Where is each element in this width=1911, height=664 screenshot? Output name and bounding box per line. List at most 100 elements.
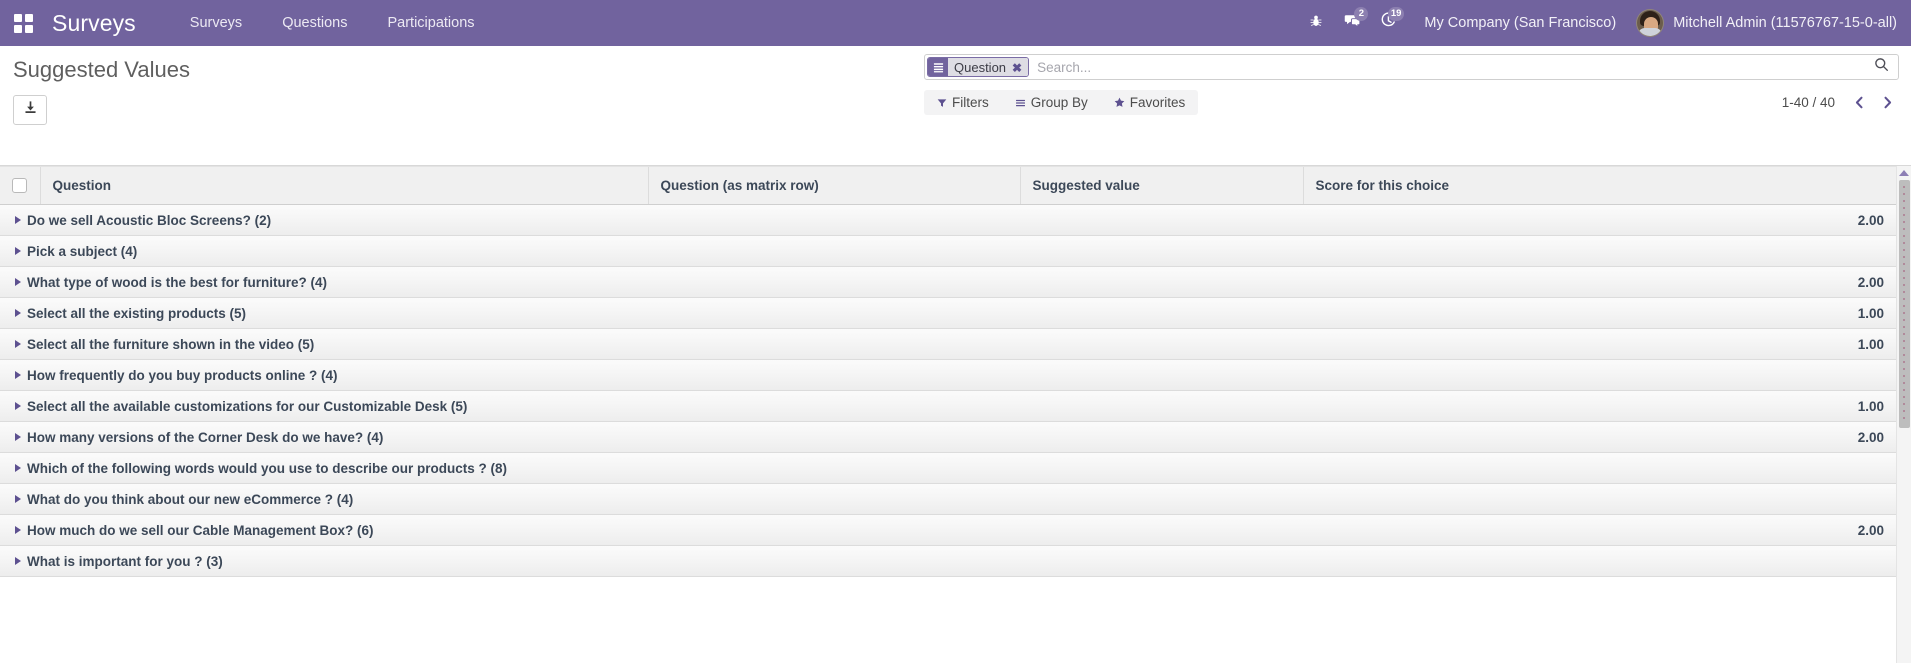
vertical-scrollbar[interactable] xyxy=(1896,166,1911,663)
table-row[interactable]: How much do we sell our Cable Management… xyxy=(0,514,1896,546)
scrollbar-thumb[interactable] xyxy=(1899,180,1910,428)
search-facet-question[interactable]: Question ✖ xyxy=(927,57,1030,77)
group-label: How much do we sell our Cable Management… xyxy=(27,522,374,538)
table-row[interactable]: What type of wood is the best for furnit… xyxy=(0,266,1896,298)
table-row[interactable]: What is important for you ? (3) xyxy=(0,545,1896,577)
group-header-cell[interactable]: What is important for you ? (3) xyxy=(0,546,1303,577)
menu-item-questions[interactable]: Questions xyxy=(262,9,367,37)
user-menu-label: Mitchell Admin (11576767-15-0-all) xyxy=(1673,15,1897,31)
chevron-left-icon xyxy=(1855,96,1863,109)
scroll-up-arrow-icon[interactable] xyxy=(1899,170,1909,176)
chevron-right-icon[interactable] xyxy=(15,216,21,224)
chevron-right-icon[interactable] xyxy=(15,278,21,286)
chevron-right-icon[interactable] xyxy=(15,433,21,441)
group-label: Select all the furniture shown in the vi… xyxy=(27,336,315,352)
chevron-right-icon[interactable] xyxy=(15,557,21,565)
group-header-cell[interactable]: Do we sell Acoustic Bloc Screens? (2) xyxy=(0,205,1303,236)
chevron-right-icon[interactable] xyxy=(15,309,21,317)
table-row[interactable]: Select all the available customizations … xyxy=(0,390,1896,422)
group-label: How frequently do you buy products onlin… xyxy=(27,367,338,383)
list-view-container: Question Question (as matrix row) Sugges… xyxy=(0,166,1911,663)
messaging-counter-badge: 2 xyxy=(1354,7,1369,21)
group-label: How many versions of the Corner Desk do … xyxy=(27,429,384,445)
group-by-lines-icon xyxy=(1015,98,1026,108)
column-header-matrix-row[interactable]: Question (as matrix row) xyxy=(647,166,1020,205)
apps-menu-toggle[interactable] xyxy=(0,0,46,46)
group-header-cell[interactable]: What type of wood is the best for furnit… xyxy=(0,267,1303,298)
avatar xyxy=(1636,9,1665,37)
chevron-right-icon[interactable] xyxy=(15,495,21,503)
group-score: 2.00 xyxy=(1857,212,1884,228)
table-row[interactable]: Select all the existing products (5) 1.0… xyxy=(0,297,1896,329)
chevron-right-icon[interactable] xyxy=(15,526,21,534)
chevron-right-icon[interactable] xyxy=(15,340,21,348)
filters-label: Filters xyxy=(952,95,989,110)
group-by-icon xyxy=(928,58,948,76)
group-header-cell[interactable]: How frequently do you buy products onlin… xyxy=(0,360,1303,391)
search-options-group: Filters Group By Favorites xyxy=(924,90,1199,115)
favorites-dropdown[interactable]: Favorites xyxy=(1101,90,1199,115)
filters-dropdown[interactable]: Filters xyxy=(924,90,1002,115)
chevron-right-icon[interactable] xyxy=(15,371,21,379)
search-icon xyxy=(1874,57,1889,77)
column-header-suggested-value[interactable]: Suggested value xyxy=(1019,166,1303,205)
chevron-right-icon[interactable] xyxy=(15,247,21,255)
table-row[interactable]: Do we sell Acoustic Bloc Screens? (2) 2.… xyxy=(0,204,1896,236)
pager-next-button[interactable] xyxy=(1875,91,1899,115)
group-header-cell[interactable]: How many versions of the Corner Desk do … xyxy=(0,422,1303,453)
column-header-score[interactable]: Score for this choice xyxy=(1302,166,1896,205)
group-header-cell[interactable]: What do you think about our new eCommerc… xyxy=(0,484,1303,515)
group-label: What do you think about our new eCommerc… xyxy=(27,491,354,507)
page-title: Suggested Values xyxy=(13,57,190,82)
bug-icon xyxy=(1309,14,1323,33)
table-header-row: Question Question (as matrix row) Sugges… xyxy=(0,166,1896,205)
group-score: 1.00 xyxy=(1857,305,1884,321)
pager: 1-40 / 40 xyxy=(1782,91,1899,115)
group-score xyxy=(1303,484,1896,515)
group-score: 2.00 xyxy=(1857,429,1884,445)
chevron-right-icon[interactable] xyxy=(15,402,21,410)
group-score: 1.00 xyxy=(1857,398,1884,414)
search-facet-label: Question xyxy=(948,58,1012,76)
group-header-cell[interactable]: Select all the furniture shown in the vi… xyxy=(0,329,1303,360)
table-row[interactable]: How frequently do you buy products onlin… xyxy=(0,359,1896,391)
suggested-values-table: Question Question (as matrix row) Sugges… xyxy=(0,166,1896,577)
table-row[interactable]: How many versions of the Corner Desk do … xyxy=(0,421,1896,453)
close-icon[interactable]: ✖ xyxy=(1011,58,1029,76)
messaging-menu-button[interactable]: 2 xyxy=(1334,0,1370,46)
export-button[interactable] xyxy=(13,95,47,125)
group-header-cell[interactable]: Which of the following words would you u… xyxy=(0,453,1303,484)
table-row[interactable]: What do you think about our new eCommerc… xyxy=(0,483,1896,515)
user-menu[interactable]: Mitchell Admin (11576767-15-0-all) xyxy=(1632,9,1897,37)
menu-item-participations[interactable]: Participations xyxy=(367,9,494,37)
table-row[interactable]: Select all the furniture shown in the vi… xyxy=(0,328,1896,360)
table-body: Do we sell Acoustic Bloc Screens? (2) 2.… xyxy=(0,204,1896,577)
column-header-question[interactable]: Question xyxy=(39,166,648,205)
group-label: Pick a subject (4) xyxy=(27,243,138,259)
groupby-dropdown[interactable]: Group By xyxy=(1002,90,1101,115)
control-panel-left: Suggested Values xyxy=(13,55,190,125)
group-header-cell[interactable]: Select all the available customizations … xyxy=(0,391,1303,422)
main-menu: Surveys Questions Participations xyxy=(170,9,495,37)
company-switcher[interactable]: My Company (San Francisco) xyxy=(1406,15,1632,31)
group-label: Select all the available customizations … xyxy=(27,398,468,414)
group-score xyxy=(1303,236,1896,267)
group-header-cell[interactable]: Pick a subject (4) xyxy=(0,236,1303,267)
select-all-checkbox[interactable] xyxy=(12,178,27,193)
table-row[interactable]: Which of the following words would you u… xyxy=(0,452,1896,484)
table-row[interactable]: Pick a subject (4) xyxy=(0,235,1896,267)
debug-menu-button[interactable] xyxy=(1298,0,1334,46)
groupby-label: Group By xyxy=(1030,95,1088,110)
menu-item-surveys[interactable]: Surveys xyxy=(170,9,262,37)
app-brand-title[interactable]: Surveys xyxy=(46,10,146,37)
search-button[interactable] xyxy=(1864,55,1898,79)
group-header-cell[interactable]: Select all the existing products (5) xyxy=(0,298,1303,329)
activities-menu-button[interactable]: 19 xyxy=(1370,0,1406,46)
pager-previous-button[interactable] xyxy=(1847,91,1871,115)
group-label: What type of wood is the best for furnit… xyxy=(27,274,327,290)
select-all-header xyxy=(0,166,40,205)
chevron-right-icon[interactable] xyxy=(15,464,21,472)
group-header-cell[interactable]: How much do we sell our Cable Management… xyxy=(0,515,1303,546)
search-input[interactable] xyxy=(1029,55,1864,79)
search-view[interactable]: Question ✖ xyxy=(924,54,1899,80)
